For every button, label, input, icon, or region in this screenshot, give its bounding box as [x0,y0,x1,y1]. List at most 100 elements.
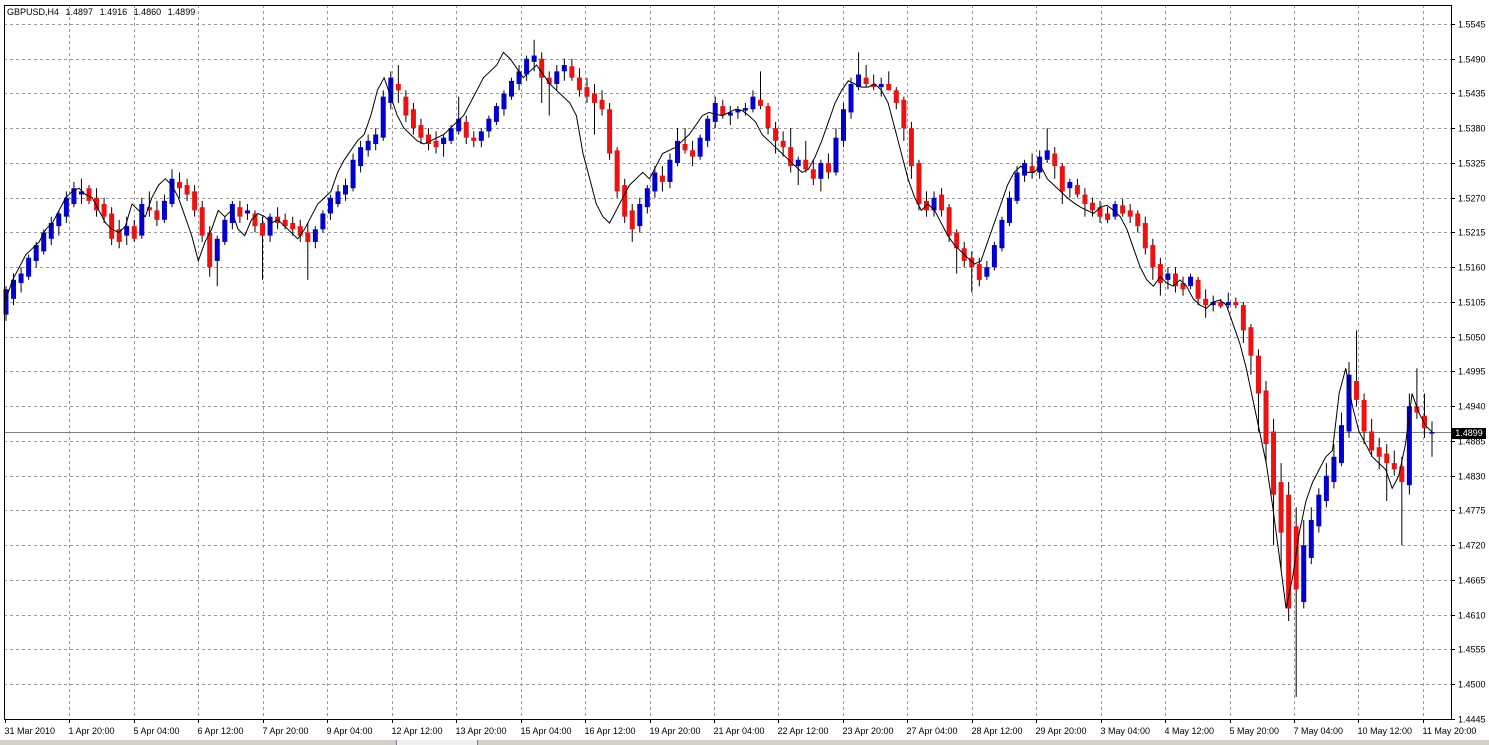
bear-candle-body [1240,305,1246,331]
bear-candle-body [863,77,869,84]
bear-candle-body [690,150,696,157]
bull-candle-body [343,185,349,195]
bull-candle-body [350,159,356,189]
bull-candle-body [705,118,711,141]
y-tick-label: 1.5545 [1458,20,1486,30]
x-tick-label: 31 Mar 2010 [5,726,56,736]
y-tick-label: 1.4555 [1458,645,1486,655]
y-tick-label: 1.4445 [1458,715,1486,725]
bear-candle-body [199,207,205,236]
bull-candle-body [742,107,748,111]
bear-candle-body [1105,213,1111,220]
bear-candle-body [177,181,183,189]
close-value: 1.4899 [167,7,196,17]
bull-candle-body [1346,374,1352,432]
bear-candle-body [305,232,311,242]
y-tick-label: 1.4830 [1458,472,1486,482]
bull-candle-body [26,257,32,277]
x-tick-label: 7 Apr 20:00 [263,726,309,736]
bull-candle-body [244,210,250,214]
y-tick-label: 1.4500 [1458,680,1486,690]
bull-candle-body [358,147,364,167]
y-tick-label: 1.4610 [1458,611,1486,621]
y-tick-label: 1.5215 [1458,228,1486,238]
bull-candle-body [335,191,341,205]
bear-candle-body [1082,194,1088,205]
horizontal-scrollbar[interactable] [0,740,1489,745]
bear-candle-body [569,66,575,78]
bear-candle-body [584,87,590,97]
bear-candle-body [1384,453,1390,464]
bear-candle-body [946,207,952,236]
bull-candle-body [448,128,454,141]
bull-candle-body [56,213,62,227]
bear-candle-body [1059,166,1065,192]
bull-candle-body [1014,172,1020,201]
bear-candle-body [418,125,424,138]
x-tick-label: 15 Apr 04:00 [521,726,572,736]
x-tick-label: 7 May 04:00 [1294,726,1344,736]
bull-candle-body [214,238,220,261]
bull-candle-body [1301,545,1307,603]
bear-candle-body [810,169,816,179]
price-chart[interactable]: 1.5545 1.5490 1.5435 1.5380 1.5325 1.5270 1.52… [0,0,1489,745]
bear-candle-body [1142,222,1148,249]
bull-candle-body [320,213,326,230]
bear-candle-body [410,109,416,129]
bear-candle-body [614,150,620,192]
bull-candle-body [1188,276,1194,287]
symbol-label: GBPUSD,H4 [7,7,60,17]
x-tick-label: 1 Apr 20:00 [69,726,115,736]
bull-candle-body [833,137,839,173]
bear-candle-body [290,222,296,230]
bull-candle-body [222,219,228,242]
bear-candle-body [297,226,303,236]
bear-candle-body [252,213,258,227]
bull-candle-body [795,159,801,167]
bear-candle-body [916,162,922,205]
bear-candle-body [403,96,409,116]
bull-candle-body [531,55,537,62]
x-tick-label: 19 Apr 20:00 [650,726,701,736]
bear-candle-body [154,210,160,220]
bear-candle-body [237,207,243,217]
x-tick-label: 5 Apr 04:00 [134,726,180,736]
grid [4,5,1451,719]
bear-candle-body [1278,482,1284,533]
y-tick-label: 1.4940 [1458,402,1486,412]
bear-candle-body [433,140,439,148]
bear-candle-body [1127,210,1133,217]
bull-candle-body [524,58,530,75]
bear-candle-body [471,137,477,141]
bull-candle-body [818,162,824,179]
x-tick-label: 16 Apr 12:00 [585,726,636,736]
bull-candle-body [373,134,379,145]
bull-candle-body [637,204,643,227]
bear-candle-body [659,175,665,182]
x-tick-label: 22 Apr 12:00 [778,726,829,736]
bull-candle-body [1044,150,1050,160]
bull-candle-body [984,267,990,277]
bear-candle-body [1157,264,1163,284]
time-axis: 31 Mar 2010 1 Apr 20:00 5 Apr 04:00 6 Apr 1… [5,719,1476,736]
bull-candle-body [878,83,884,88]
bull-candle-body [991,245,997,268]
bear-candle-body [599,99,605,110]
bear-candle-body [576,77,582,91]
y-tick-label: 1.5325 [1458,159,1486,169]
close-line [5,51,1433,609]
bear-candle-body [260,222,266,236]
bull-candle-body [1429,432,1435,434]
x-tick-label: 23 Apr 20:00 [843,726,894,736]
bull-candle-body [18,273,24,284]
bull-candle-body [652,172,658,192]
bear-candle-body [86,188,92,201]
y-tick-label: 1.5270 [1458,194,1486,204]
bull-candle-body [561,65,567,72]
bear-candle-body [1391,463,1397,470]
scrollbar-thumb[interactable] [396,740,478,745]
bear-candle-body [757,99,763,107]
bear-candle-body [908,128,914,167]
x-tick-label: 12 Apr 12:00 [392,726,443,736]
chart-window[interactable]: 1.5545 1.5490 1.5435 1.5380 1.5325 1.5270 1.52… [0,0,1489,745]
